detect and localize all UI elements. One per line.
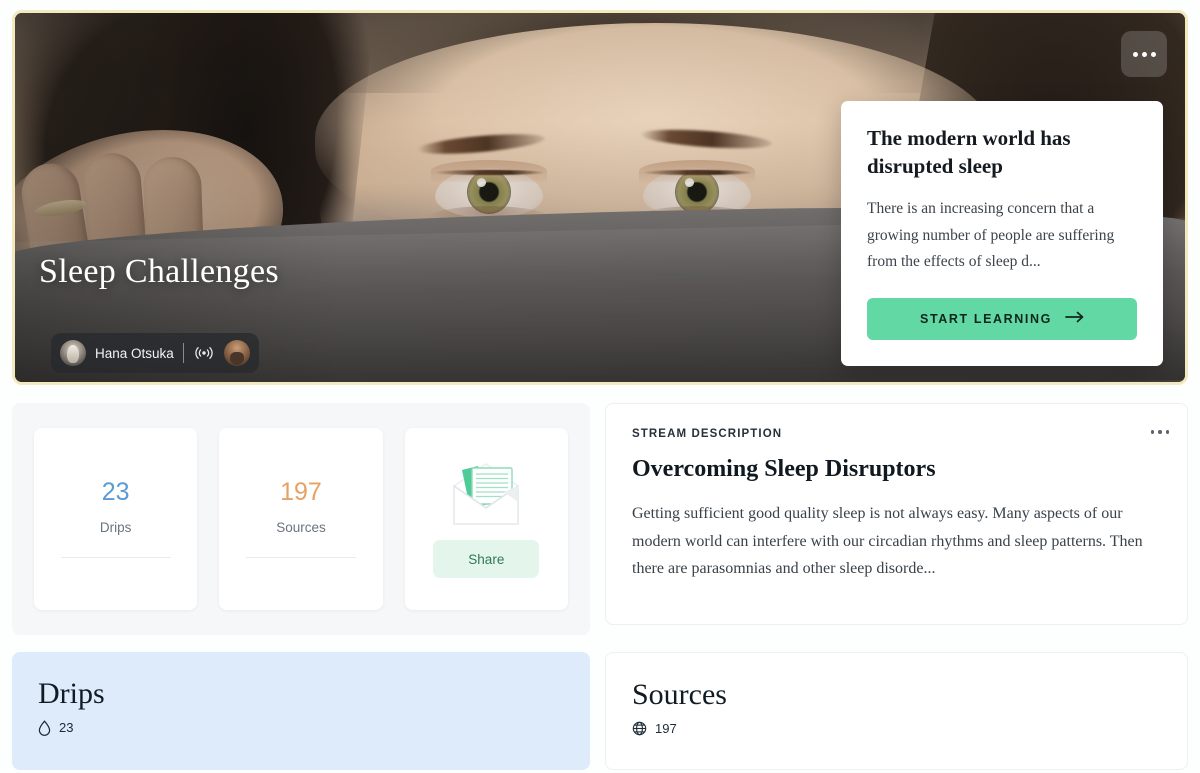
globe-icon (632, 721, 647, 736)
stream-description-card: STREAM DESCRIPTION Overcoming Sleep Disr… (605, 403, 1188, 625)
description-body: Getting sufficient good quality sleep is… (632, 505, 1143, 578)
description-title: Overcoming Sleep Disruptors (632, 456, 936, 482)
page-root: Sleep Challenges Hana Otsuka The modern … (0, 0, 1200, 773)
author-pill[interactable]: Hana Otsuka (51, 333, 259, 373)
hero-promo-card: The modern world has disrupted sleep The… (841, 101, 1163, 366)
promo-body: There is an increasing concern that a gr… (867, 199, 1115, 271)
envelope-documents-icon (434, 446, 538, 532)
section-title: Drips (38, 677, 105, 710)
hero-title: Sleep Challenges (39, 253, 279, 290)
hero-banner: Sleep Challenges Hana Otsuka The modern … (12, 10, 1188, 385)
stat-card-drips[interactable]: 23 Drips (34, 428, 198, 610)
broadcast-icon[interactable] (193, 342, 215, 364)
middle-row: 23 Drips 197 Sources Share STREAM DESCRI… (12, 403, 1188, 635)
stat-value: 23 (101, 478, 130, 506)
divider (60, 557, 171, 558)
section-title: Sources (632, 678, 727, 711)
bottom-row: Drips 23 Sources 197 (12, 652, 1188, 770)
start-learning-label: START LEARNING (920, 311, 1052, 326)
promo-heading: The modern world has disrupted sleep (867, 126, 1071, 178)
droplet-icon (38, 719, 51, 736)
sources-section[interactable]: Sources 197 (605, 652, 1188, 770)
drips-section[interactable]: Drips 23 (12, 652, 590, 770)
section-count: 197 (655, 720, 677, 736)
share-card: Share (404, 428, 568, 610)
stat-label: Sources (276, 520, 326, 535)
section-meta: 197 (632, 721, 1161, 736)
divider (245, 557, 356, 558)
stat-value: 197 (280, 478, 322, 506)
arrow-right-icon (1065, 311, 1084, 326)
stat-label: Drips (99, 520, 132, 535)
author-name: Hana Otsuka (95, 345, 174, 361)
avatar (60, 340, 86, 366)
share-button[interactable]: Share (433, 540, 540, 578)
stats-panel: 23 Drips 197 Sources Share (12, 403, 590, 635)
divider (182, 343, 184, 363)
section-count: 23 (59, 720, 74, 735)
start-learning-button[interactable]: START LEARNING (867, 297, 1137, 340)
stat-card-sources[interactable]: 197 Sources (219, 428, 383, 610)
description-kicker: STREAM DESCRIPTION (632, 428, 783, 440)
hero-overflow-menu-icon[interactable] (1121, 31, 1167, 77)
avatar (223, 340, 250, 366)
section-meta: 23 (38, 719, 564, 736)
description-overflow-menu-icon[interactable] (1150, 430, 1169, 434)
